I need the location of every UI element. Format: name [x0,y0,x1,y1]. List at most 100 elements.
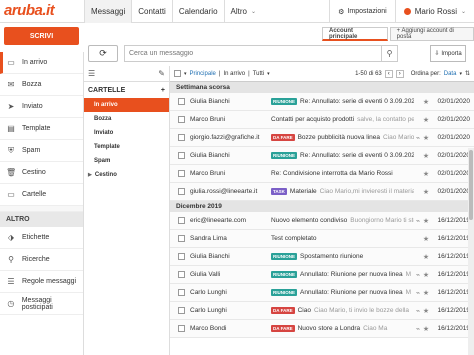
message-row[interactable]: Sandra Lima Test completato ★ 16/12/2019 [170,230,474,248]
tab-messaggi[interactable]: Messaggi [84,0,132,23]
message-row[interactable]: Marco Bruni Contatti per acquisto prodott… [170,111,474,129]
message-row[interactable]: Marco Bruni Re: Condivisione interrotta d… [170,165,474,183]
star-icon[interactable]: ★ [422,253,430,261]
message-checkbox[interactable] [178,98,185,105]
sidebar-item-etichette[interactable]: ⬗ Etichette [0,227,83,249]
message-checkbox[interactable] [178,134,185,141]
sidebar-item-label: Spam [22,147,41,154]
tab-contatti[interactable]: Contatti [131,0,172,23]
scrollbar-thumb[interactable] [469,150,473,220]
message-date: 02/01/2020 [437,188,470,195]
message-row[interactable]: Carlo Lunghi RIUNIONE Annullato: Riunione … [170,284,474,302]
message-checkbox[interactable] [178,253,185,260]
folder-item-inviato[interactable]: Inviato [84,126,169,140]
collapse-icon[interactable]: ☰ [88,69,95,78]
star-icon[interactable]: ★ [422,134,430,142]
breadcrumb-inbox[interactable]: In arrivo [223,71,245,77]
compose-button[interactable]: SCRIVI [4,27,79,45]
tab-primary-account[interactable]: Account principale [322,27,388,41]
app-logo[interactable]: aruba.it [4,2,55,19]
star-icon[interactable]: ★ [422,325,430,333]
pin-icon[interactable]: ✎ [158,69,165,78]
folder-label: Cestino [94,172,117,178]
message-row[interactable]: Giulia Bianchi RIUNIONE Spostamento riunio… [170,248,474,266]
prev-page-button[interactable]: ‹ [384,69,393,78]
select-all-checkbox[interactable] [174,70,181,77]
tag-icon: ⬗ [7,233,15,242]
user-menu[interactable]: Mario Rossi ⌄ [394,0,474,23]
star-icon[interactable]: ★ [422,188,430,196]
message-row[interactable]: Giulia Bianchi RIUNIONE Re: Annullato: ser… [170,147,474,165]
breadcrumb-principal[interactable]: Principale [190,71,216,77]
search-input[interactable] [124,45,382,62]
search-button[interactable]: ⚲ [382,45,398,62]
message-row[interactable]: Marco Bondi DA FARE Nuovo store a Londra Ci… [170,320,474,338]
star-icon[interactable]: ★ [422,289,430,297]
message-checkbox[interactable] [178,170,185,177]
message-checkbox[interactable] [178,307,185,314]
sidebar-item-bozza[interactable]: ✉ Bozza [0,74,83,96]
star-icon[interactable]: ★ [422,271,430,279]
sidebar-item-in-arrivo[interactable]: ▭ In arrivo [0,52,83,74]
message-checkbox[interactable] [178,188,185,195]
breadcrumb-all[interactable]: Tutti [253,71,264,77]
sidebar-item-cestino[interactable]: 🗑 Cestino [0,162,83,184]
sort-value[interactable]: Data [444,71,457,77]
message-subject: Ciao [297,307,311,314]
star-icon[interactable]: ★ [422,170,430,178]
folder-item-bozza[interactable]: Bozza [84,112,169,126]
import-button[interactable]: ⇩ Importa [430,45,466,62]
message-row[interactable]: giorgio.fazzi@grafiche.it DA FARE Bozze pu… [170,129,474,147]
message-checkbox[interactable] [178,289,185,296]
next-page-button[interactable]: › [395,69,404,78]
tab-calendario[interactable]: Calendario [171,0,224,23]
settings-button[interactable]: ⚙ Impostazioni [329,0,395,23]
tab-altro[interactable]: Altro ⌄ [223,0,262,23]
message-checkbox[interactable] [178,217,185,224]
message-checkbox[interactable] [178,116,185,123]
message-checkbox[interactable] [178,325,185,332]
select-dropdown-icon[interactable]: ▾ [184,71,187,77]
sidebar-item-spam[interactable]: ⛨ Spam [0,140,83,162]
message-checkbox[interactable] [178,271,185,278]
message-subject: Contatti per acquisto prodotti [271,116,355,123]
label-badge: DA FARE [271,325,295,332]
folder-item-template[interactable]: Template [84,140,169,154]
message-row[interactable]: Giulia Bianchi RIUNIONE Re: Annullato: ser… [170,93,474,111]
sidebar-item-ricerche[interactable]: ⚲ Ricerche [0,249,83,271]
message-subject-area: TASK Materiale Ciao Mario,mi invieresti il… [271,188,414,195]
expand-arrow-icon[interactable]: ▶ [88,172,92,178]
message-row[interactable]: giulia.rossi@lineearte.it TASK Materiale Ci… [170,183,474,201]
folder-item-spam[interactable]: Spam [84,154,169,168]
message-subject-area: Nuovo elemento condiviso Buongiorno Mario… [271,217,414,224]
tab-label: Calendario [178,7,218,16]
message-list: ▾ Principale | In arrivo | Tutti ▾ 1-50 … [170,66,474,355]
message-subject-area: Re: Condivisione interrotta da Mario Ros… [271,170,414,177]
sort-direction-icon[interactable]: ⇅ [465,70,470,77]
message-checkbox[interactable] [178,235,185,242]
message-row[interactable]: eric@lineearte.com Nuovo elemento condivi… [170,212,474,230]
refresh-button[interactable]: ⟳ [88,45,118,62]
message-checkbox[interactable] [178,152,185,159]
sort-dropdown-icon[interactable]: ▾ [459,71,462,77]
star-icon[interactable]: ★ [422,116,430,124]
message-row[interactable]: Carlo Lunghi DA FARE Ciao Ciao Mario, ti in… [170,302,474,320]
message-row[interactable]: Giulia Valli RIUNIONE Annullato: Riunione … [170,266,474,284]
star-icon[interactable]: ★ [422,307,430,315]
breadcrumb-dropdown-icon[interactable]: ▾ [267,71,270,77]
sidebar-item-inviato[interactable]: ➤ Inviato [0,96,83,118]
sidebar-item-messaggi-posticipati[interactable]: ◷ Messaggi posticipati [0,293,83,315]
star-icon[interactable]: ★ [422,217,430,225]
folder-item-in-arrivo[interactable]: In arrivo [84,98,169,112]
sidebar-item-cartelle[interactable]: ▭ Cartelle [0,184,83,206]
add-account-button[interactable]: + Aggiungi account di posta [389,27,474,41]
sidebar-item-template[interactable]: ▤ Template [0,118,83,140]
folder-item-cestino[interactable]: ▶ Cestino [84,168,169,182]
star-icon[interactable]: ★ [422,152,430,160]
sidebar-item-regole-messaggi[interactable]: ☰ Regole messaggi [0,271,83,293]
star-icon[interactable]: ★ [422,235,430,243]
add-folder-icon[interactable]: + [161,87,165,94]
label-badge: RIUNIONE [271,152,298,159]
notification-icon [403,8,411,15]
star-icon[interactable]: ★ [422,98,430,106]
